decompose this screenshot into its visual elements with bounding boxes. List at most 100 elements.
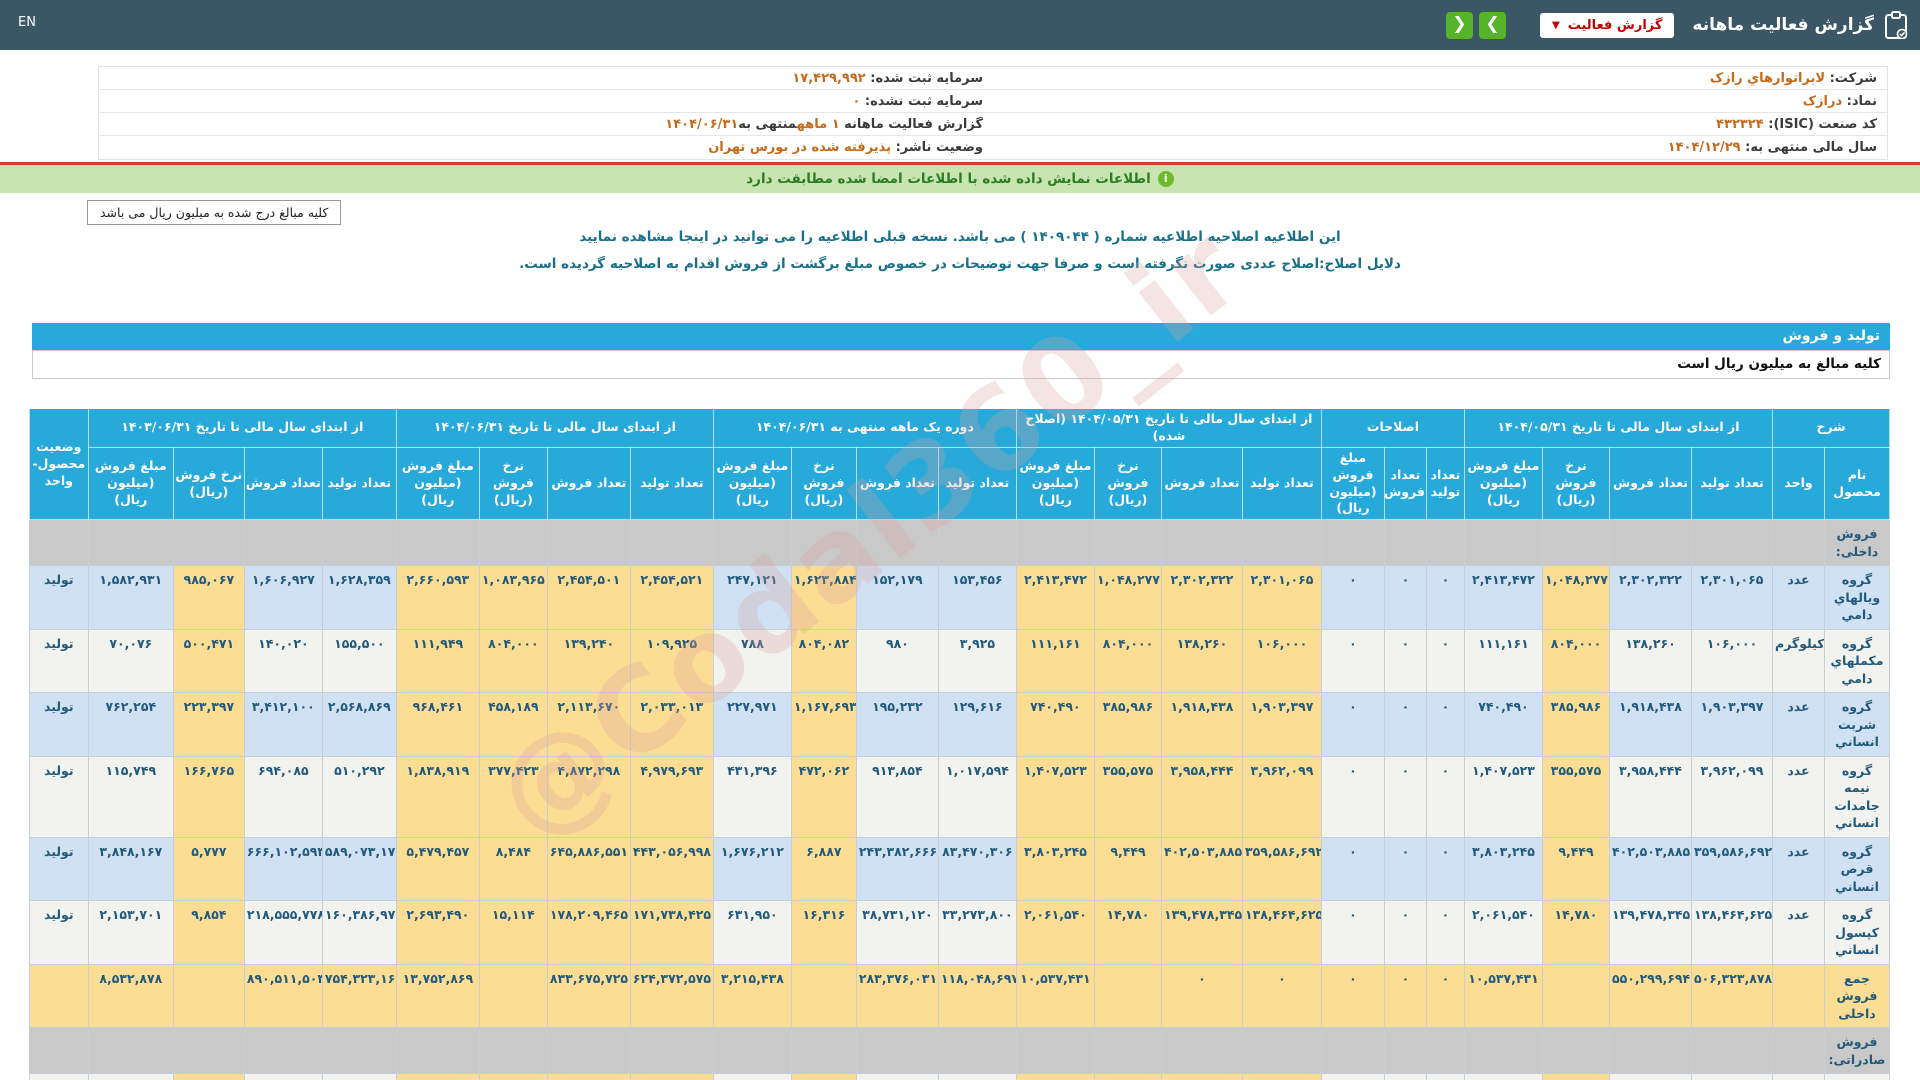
table-row: گروه مکملهاي داميکیلوگرم۱۰۶,۰۰۰۱۳۸,۲۶۰۸۰… [29,629,1889,693]
product-name-cell: گروه کپسول انساني [1825,901,1890,965]
column-group-header-amended: از ابتدای سال مالی تا تاریخ ۱۴۰۴/۰۵/۳۱ (… [1016,409,1321,448]
column-group-header-corrections: اصلاحات [1321,409,1464,448]
cell-month-rate: ۱,۱۶۷,۶۹۳ [791,693,856,757]
cell-corrections-amount: ۰ [1321,1074,1384,1080]
cell-corrections-amount: ۰ [1321,837,1384,901]
cell-g0531-production: ۲,۳۰۱,۰۶۵ [1691,566,1772,630]
section-row-cell [173,1028,244,1074]
company-info-value: لابراتوارهاي رازک [1710,71,1825,86]
section-row-cell [547,520,630,566]
cell-g1403-rate: ۵۰۰,۴۷۱ [173,629,244,693]
amendment-reason-line: دلایل اصلاح:اصلاح عددی صورت نگرفته است و… [0,245,1920,272]
section-row-cell [244,520,322,566]
company-info-row: شرکت: لابراتوارهاي رازکسرمایه ثبت شده: ۱… [99,67,1887,90]
company-info-value: ۱۴۰۴/۱۲/۲۹ [1668,140,1741,155]
cell-g0631-3: ۱۱۱,۹۴۹ [396,629,479,693]
cell-g1403-rate: ۲۲۳,۳۹۷ [173,693,244,757]
product-name-cell: گروه قرص انساني [1825,837,1890,901]
section-row-cell [479,520,547,566]
amounts-unit-box: کلیه مبالغ درج شده به میلیون ریال می باش… [87,200,341,225]
cell-g0631-3: ۲,۶۶۰,۵۹۳ [396,566,479,630]
section-row-label: فروش داخلی: [1825,520,1890,566]
language-switch-link[interactable]: EN [18,15,36,30]
cell-g0631-0: ۱۷۱,۷۳۸,۴۲۵ [630,901,713,965]
cell-corrections-amount: ۰ [1321,756,1384,837]
section-row-cell [1016,520,1094,566]
cell-corrections-sales-count: ۰ [1384,756,1426,837]
section-row-cell [322,1028,396,1074]
section-row-cell [29,520,88,566]
section-row-cell [88,520,173,566]
cell-g0531-sales-count: ۳,۹۵۸,۴۴۴ [1609,756,1691,837]
cell-g0631-1: ۸۳۳,۶۷۵,۷۲۵ [547,964,630,1028]
table-row: گروه شربت انسانيعدد۱,۹۰۳,۳۹۷۱,۹۱۸,۴۳۸۳۸۵… [29,693,1889,757]
header-g0531-col2: نرخ فروش (ریال) [1542,447,1609,520]
previous-notice-link[interactable]: اینجا [679,229,709,245]
cell-g0531-rate: ۳۵۵,۵۷۵ [1542,756,1609,837]
cell-g1403-rate: ۵,۷۷۷ [173,837,244,901]
product-name-cell: گروه نیمه جامدات انساني [1825,756,1890,837]
cell-g0631-0: ۲,۰۳۳,۰۱۳ [630,693,713,757]
header-month-col1: تعداد فروش [856,447,938,520]
section-row-cell [547,1028,630,1074]
previous-report-button[interactable]: ❮ [1446,12,1473,39]
cell-month-production: ۱۵۳,۴۵۶ [938,566,1016,630]
cell-amended-3: ۱۰,۵۳۷,۴۳۱ [1016,964,1094,1028]
cell-g1403-sales-count: ۸۹۰,۵۱۱,۵۰۳ [244,964,322,1028]
cell-amended-2: ۰ [1094,1074,1161,1080]
header-g1403-col0: تعداد تولید [322,447,396,520]
company-info-label: منتهی به [738,117,796,132]
section-row-cell [713,1028,791,1074]
cell-month-rate: ۱,۶۲۳,۸۸۴ [791,566,856,630]
section-row-cell [856,520,938,566]
company-info-label: گزارش فعالیت ماهانه [840,117,983,132]
company-info-value: درازک [1803,94,1842,109]
cell-month-rate: ۱۶,۳۱۶ [791,901,856,965]
header-month-col0: تعداد تولید [938,447,1016,520]
header-corrections-col2: مبلغ فروش (میلیون ریال) [1321,447,1384,520]
cell-corrections-sales-count: ۰ [1384,693,1426,757]
cell-amended-3: ۲,۰۶۱,۵۴۰ [1016,901,1094,965]
cell-g1403-production: ۱۶۰,۳۸۶,۹۷۰ [322,901,396,965]
section-row-cell [1161,520,1242,566]
next-report-button[interactable]: ❯ [1479,12,1506,39]
section-row-cell [29,1028,88,1074]
cell-amended-2: ۸۰۴,۰۰۰ [1094,629,1161,693]
cell-month-sales-count: ۹۱۳,۸۵۴ [856,756,938,837]
cell-g1403-production: ۵۱۰,۲۹۲ [322,756,396,837]
report-type-dropdown[interactable]: گزارش فعالیت ▼ [1540,13,1674,38]
company-info-label: وضعیت ناشر: [891,140,983,155]
header-g0531-col1: تعداد فروش [1609,447,1691,520]
cell-month-amount: ۷۸۸ [713,629,791,693]
cell-g0631-1: ۶۴۵,۸۸۶,۵۵۱ [547,837,630,901]
cell-corrections-production: ۰ [1426,629,1464,693]
amendment-notice-post: مشاهده نمایید [579,229,674,245]
info-icon: i [1158,171,1174,187]
cell-g1403-amount: ۸,۵۳۲,۸۷۸ [88,964,173,1028]
cell-month-production: ۸۳,۴۷۰,۳۰۶ [938,837,1016,901]
cell-g0531-sales-count: ۱,۹۱۸,۴۳۸ [1609,693,1691,757]
cell-g1403-amount: ۷۶۲,۲۵۴ [88,693,173,757]
signed-info-banner: i اطلاعات نمایش داده شده با اطلاعات امضا… [0,165,1920,193]
section-row-cell [1321,1028,1384,1074]
top-bar: گزارش فعالیت ماهانه گزارش فعالیت ▼ ❯ ❮ E… [0,0,1920,50]
cell-month-sales-count [856,1074,938,1080]
header-month-col3: مبلغ فروش (میلیون ریال) [713,447,791,520]
cell-g0631-2 [479,964,547,1028]
cell-g1403-sales-count: ۱,۶۰۶,۹۲۷ [244,566,322,630]
section-row-cell [791,520,856,566]
table-row: گروه کپسول انسانيعدد۱۳۸,۴۶۴,۶۲۵۱۳۹,۴۷۸,۳… [29,901,1889,965]
header-g0631-col0: تعداد تولید [630,447,713,520]
notices-area: کلیه مبالغ درج شده به میلیون ریال می باش… [0,193,1920,277]
cell-g0631-3: ۲,۶۹۳,۴۹۰ [396,901,479,965]
company-info-label: سرمایه ثبت شده: [866,71,983,86]
header-product-name: نام محصول [1825,447,1890,520]
cell-g0531-sales-count: ۲,۳۰۲,۳۲۲ [1609,566,1691,630]
product-name-cell: گروه مکملهاي دامي [1825,629,1890,693]
report-type-dropdown-label: گزارش فعالیت [1568,18,1663,33]
cell-g1403-amount: ۰ [88,1074,173,1080]
header-g0531-col3: مبلغ فروش (میلیون ریال) [1464,447,1542,520]
cell-amended-2: ۱,۰۴۸,۲۷۷ [1094,566,1161,630]
cell-month-rate: ۸۰۴,۰۸۲ [791,629,856,693]
cell-g1403-sales-count: ۱۴۰,۰۲۰ [244,629,322,693]
